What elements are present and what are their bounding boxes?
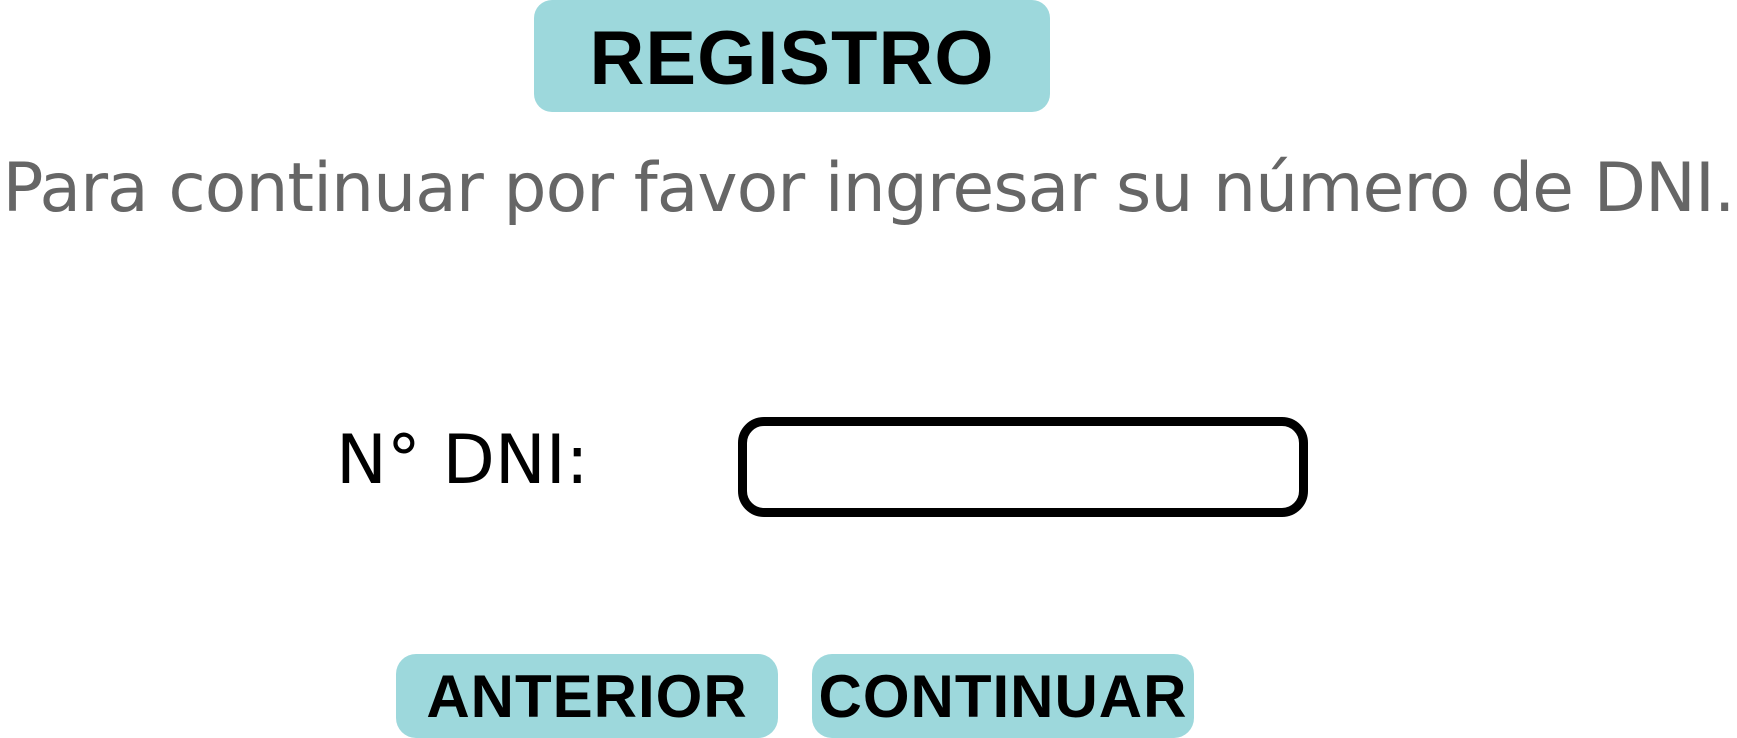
previous-button[interactable]: ANTERIOR: [396, 654, 778, 738]
dni-input[interactable]: [738, 417, 1308, 517]
continue-button[interactable]: CONTINUAR: [812, 654, 1194, 738]
instruction-text: Para continuar por favor ingresar su núm…: [2, 149, 1735, 228]
page-title-banner: REGISTRO: [534, 0, 1050, 112]
dni-label: N° DNI:: [336, 421, 589, 500]
page-title: REGISTRO: [589, 16, 995, 101]
